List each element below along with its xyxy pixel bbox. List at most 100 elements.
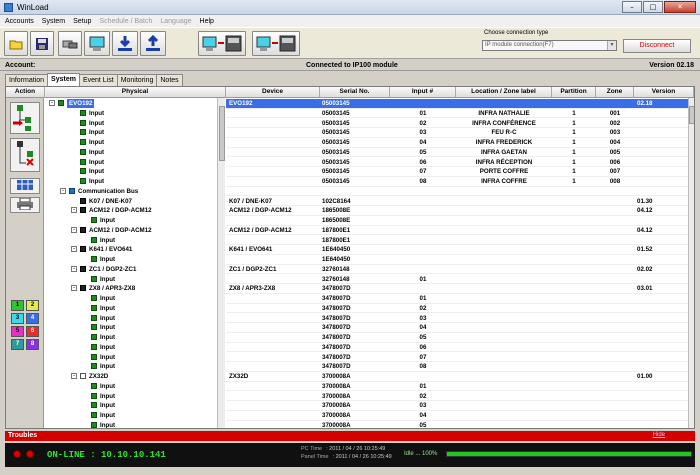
partition-5-button[interactable]: 5	[11, 326, 24, 337]
table-row[interactable]: 05003145 01 INFRA NATHALIE 1 001	[226, 109, 688, 119]
tree-node[interactable]: - ACM12 / DGP-ACM12	[45, 206, 217, 216]
table-row[interactable]: 3700008A 02	[226, 392, 688, 402]
table-row[interactable]: EVO192 05003145 02.18	[226, 99, 688, 109]
collapse-toggle-icon[interactable]: -	[71, 265, 77, 272]
header-location[interactable]: Location / Zone label	[456, 87, 552, 98]
chevron-down-icon[interactable]: ▼	[607, 41, 616, 50]
header-serial[interactable]: Serial No.	[320, 87, 390, 98]
menu-setup[interactable]: Setup	[73, 18, 91, 25]
table-row[interactable]: 05003145 02 INFRA CONFÉRENCE 1 002	[226, 119, 688, 129]
tree-node[interactable]: Input	[45, 382, 217, 392]
tree-node[interactable]: - ZX8 / APR3-ZX8	[45, 284, 217, 294]
collapse-toggle-icon[interactable]: -	[49, 100, 55, 106]
partition-8-button[interactable]: 8	[26, 339, 39, 350]
tree-node[interactable]: Input	[45, 275, 217, 285]
tree-node[interactable]: Input	[45, 323, 217, 333]
tree-node[interactable]: Input	[45, 401, 217, 411]
table-row[interactable]: 05003145 08 INFRA COFFRE 1 008	[226, 177, 688, 187]
tree-node[interactable]: Input	[45, 148, 217, 158]
tab-notes[interactable]: Notes	[156, 74, 183, 86]
tree-node[interactable]: Input	[45, 304, 217, 314]
table-row[interactable]: 3478007D 04	[226, 323, 688, 333]
table-row[interactable]: 3700008A 03	[226, 401, 688, 411]
tree-node[interactable]: Input	[45, 138, 217, 148]
tree-node[interactable]: Input	[45, 421, 217, 428]
table-row[interactable]: 3478007D 08	[226, 362, 688, 372]
tree-node[interactable]: - EVO192	[45, 99, 217, 109]
table-row[interactable]: ZX32D 3700008A 01.00	[226, 372, 688, 382]
tree-node[interactable]: K07 / DNE-K07	[45, 197, 217, 207]
send-button[interactable]	[140, 31, 166, 56]
disconnect-button[interactable]: Disconnect	[623, 39, 691, 53]
tree-node[interactable]: Input	[45, 128, 217, 138]
table-row[interactable]: 05003145 03 FEU R-C 1 003	[226, 128, 688, 138]
menu-accounts[interactable]: Accounts	[5, 18, 34, 25]
table-row[interactable]: 3700008A 05	[226, 421, 688, 428]
header-partition[interactable]: Partition	[552, 87, 596, 98]
table-row[interactable]: 3478007D 03	[226, 314, 688, 324]
table-row[interactable]: ZX8 / APR3-ZX8 3478007D 03.01	[226, 284, 688, 294]
collapse-toggle-icon[interactable]: -	[71, 226, 77, 233]
header-input[interactable]: Input #	[390, 87, 456, 98]
add-module-button[interactable]	[10, 102, 40, 134]
header-device[interactable]: Device	[226, 87, 320, 98]
minimize-button[interactable]: –	[622, 1, 642, 13]
tree-node[interactable]: Input	[45, 294, 217, 304]
table-row[interactable]: K641 / EVO641 1E640450 01.52	[226, 245, 688, 255]
table-row[interactable]: ZC1 / DGP2-ZC1 32760148 02.02	[226, 265, 688, 275]
tree-node[interactable]: Input	[45, 362, 217, 372]
partition-3-button[interactable]: 3	[11, 313, 24, 324]
table-row[interactable]: 3478007D 06	[226, 343, 688, 353]
table-row[interactable]: 32760148 01	[226, 275, 688, 285]
table-row[interactable]: ACM12 / DGP-ACM12 1865008E 04.12	[226, 206, 688, 216]
header-physical[interactable]: Physical	[45, 87, 226, 98]
tab-system[interactable]: System	[47, 73, 80, 86]
tree-node[interactable]: Input	[45, 411, 217, 421]
collapse-toggle-icon[interactable]: -	[71, 207, 77, 214]
tree-node[interactable]: - ACM12 / DGP-ACM12	[45, 226, 217, 236]
computer-button[interactable]	[84, 31, 110, 56]
table-row[interactable]: 3478007D 05	[226, 333, 688, 343]
tree-node[interactable]: - Communication Bus	[45, 187, 217, 197]
table-row[interactable]: 05003145 07 PORTE COFFRE 1 007	[226, 167, 688, 177]
tree-node[interactable]: - K641 / EVO641	[45, 245, 217, 255]
tree-node[interactable]: Input	[45, 314, 217, 324]
maximize-button[interactable]: □	[643, 1, 663, 13]
open-button[interactable]	[4, 31, 28, 56]
print-button[interactable]	[10, 197, 40, 213]
tree-node[interactable]: Input	[45, 216, 217, 226]
send-to-panel-button[interactable]	[252, 31, 300, 56]
tab-information[interactable]: Information	[5, 74, 49, 86]
table-row[interactable]: 1E640450	[226, 255, 688, 265]
partition-2-button[interactable]: 2	[26, 300, 39, 311]
tree-node[interactable]: Input	[45, 353, 217, 363]
header-zone[interactable]: Zone	[596, 87, 634, 98]
tree-node[interactable]: Input	[45, 109, 217, 119]
table-row[interactable]: 187800E1	[226, 236, 688, 246]
partition-4-button[interactable]: 4	[26, 313, 39, 324]
table-row[interactable]: 05003145 05 INFRA GAETAN 1 005	[226, 148, 688, 158]
troubles-hide-link[interactable]: Hide	[653, 432, 665, 438]
modem-button[interactable]	[58, 31, 82, 56]
table-row[interactable]: 3478007D 07	[226, 353, 688, 363]
tree-node[interactable]: Input	[45, 392, 217, 402]
table-row[interactable]: 3700008A 04	[226, 411, 688, 421]
table-row[interactable]	[226, 187, 688, 197]
tree-node[interactable]: Input	[45, 333, 217, 343]
grid-scroll-thumb[interactable]	[689, 106, 694, 124]
tab-event-list[interactable]: Event List	[78, 74, 118, 86]
table-row[interactable]: 3478007D 01	[226, 294, 688, 304]
grid-scrollbar[interactable]	[688, 98, 694, 428]
menu-system[interactable]: System	[42, 18, 65, 25]
table-row[interactable]: 3700008A 01	[226, 382, 688, 392]
header-version[interactable]: Version	[634, 87, 694, 98]
table-row[interactable]: 05003145 06 INFRA RÉCEPTION 1 006	[226, 158, 688, 168]
tree-scroll-thumb[interactable]	[219, 106, 225, 161]
tree-node[interactable]: Input	[45, 167, 217, 177]
tree-node[interactable]: Input	[45, 177, 217, 187]
delete-module-button[interactable]	[10, 138, 40, 172]
close-button[interactable]: ✕	[664, 1, 696, 13]
table-row[interactable]: K07 / DNE-K07 102C8164 01.30	[226, 197, 688, 207]
partition-6-button[interactable]: 6	[26, 326, 39, 337]
module-list-button[interactable]	[10, 178, 40, 194]
